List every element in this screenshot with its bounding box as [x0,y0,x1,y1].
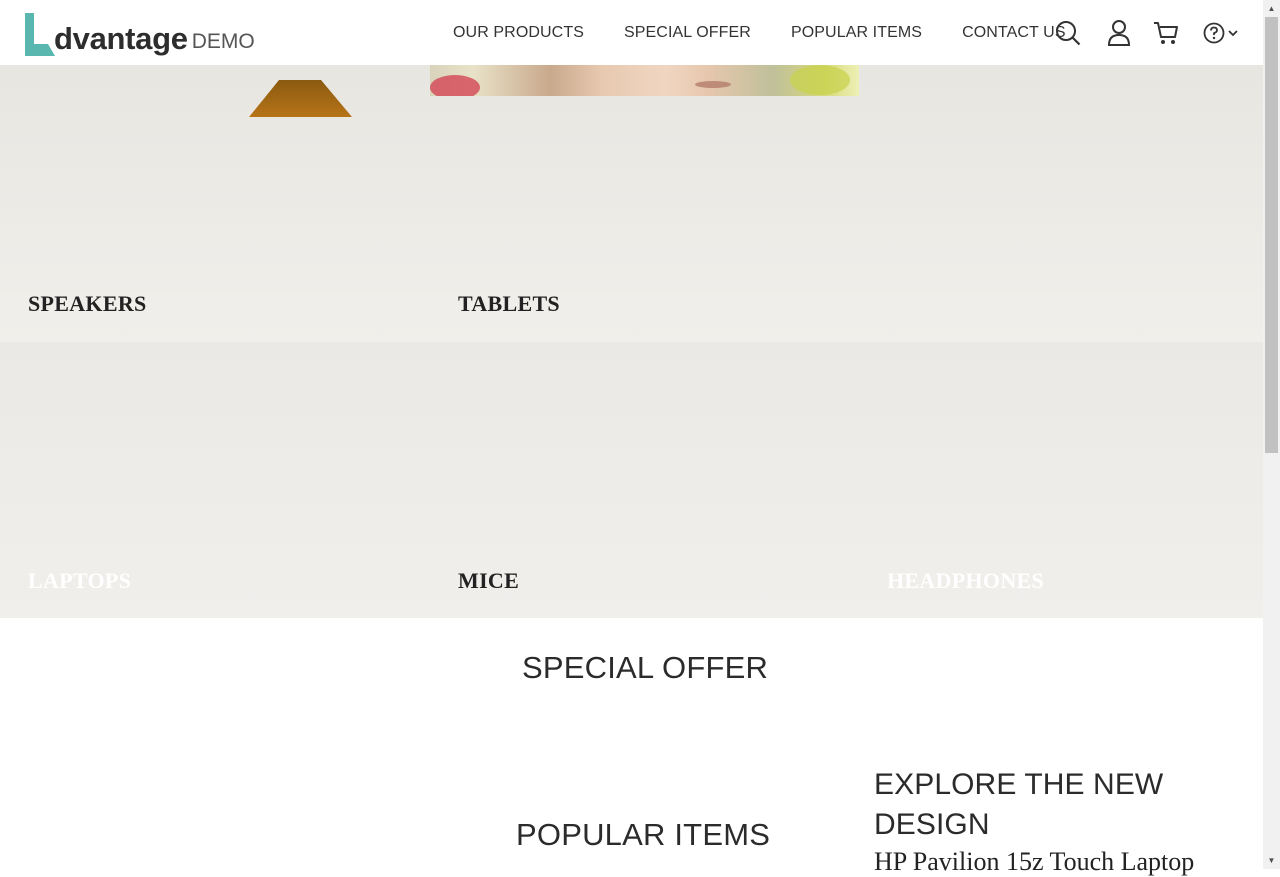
scroll-thumb[interactable] [1265,17,1278,453]
category-grid: SPEAKERS TABLETS LAPTOPS MICE HEADPHONES [0,65,1263,618]
category-tile-headphones[interactable]: HEADPHONES [859,342,1263,618]
category-row: SPEAKERS TABLETS [0,65,1263,342]
search-icon[interactable] [1055,20,1081,46]
page-scrollbar[interactable]: ▲ ▼ [1263,0,1280,869]
chevron-down-icon [1228,30,1238,37]
nav-popular-items[interactable]: POPULAR ITEMS [791,24,922,42]
category-tile-mice[interactable]: MICE [430,342,859,618]
logo-demo-label: DEMO [191,30,255,53]
explore-product-name[interactable]: HP Pavilion 15z Touch Laptop [874,847,1194,877]
category-tile-laptops[interactable]: LAPTOPS [0,342,430,618]
category-tile-tablets[interactable]: TABLETS [430,65,859,342]
category-label-headphones: HEADPHONES [887,568,1045,593]
explore-heading: EXPLORE THE NEW DESIGN [874,768,1164,841]
speaker-image [249,80,352,117]
scroll-down-arrow-icon[interactable]: ▼ [1263,852,1280,869]
help-menu[interactable] [1203,22,1239,44]
header-icons [1055,17,1239,49]
tablet-image [430,65,859,96]
popular-items-heading: POPULAR ITEMS [516,817,771,852]
cart-icon[interactable] [1153,20,1179,46]
scroll-up-arrow-icon[interactable]: ▲ [1263,0,1280,17]
category-label-mice: MICE [458,568,520,593]
help-icon [1203,22,1225,44]
user-icon[interactable] [1107,19,1131,47]
category-label-speakers: SPEAKERS [28,291,147,316]
nav-special-offer[interactable]: SPECIAL OFFER [624,24,751,42]
nav-contact-us[interactable]: CONTACT US [962,24,1066,42]
site-header: dvantage DEMO OUR PRODUCTS SPECIAL OFFER… [0,0,1263,65]
logo-wordmark: dvantage [54,21,188,56]
nav-our-products[interactable]: OUR PRODUCTS [453,24,584,42]
advantage-logo[interactable]: dvantage DEMO [22,9,255,57]
special-offer-heading: SPECIAL OFFER [522,650,769,685]
main-nav: OUR PRODUCTS SPECIAL OFFER POPULAR ITEMS… [453,0,1106,65]
category-label-laptops: LAPTOPS [28,568,132,593]
logo-a-icon [25,13,55,56]
category-row: LAPTOPS MICE HEADPHONES [0,342,1263,618]
category-label-tablets: TABLETS [458,291,560,316]
category-tile-speakers[interactable]: SPEAKERS [0,65,430,342]
